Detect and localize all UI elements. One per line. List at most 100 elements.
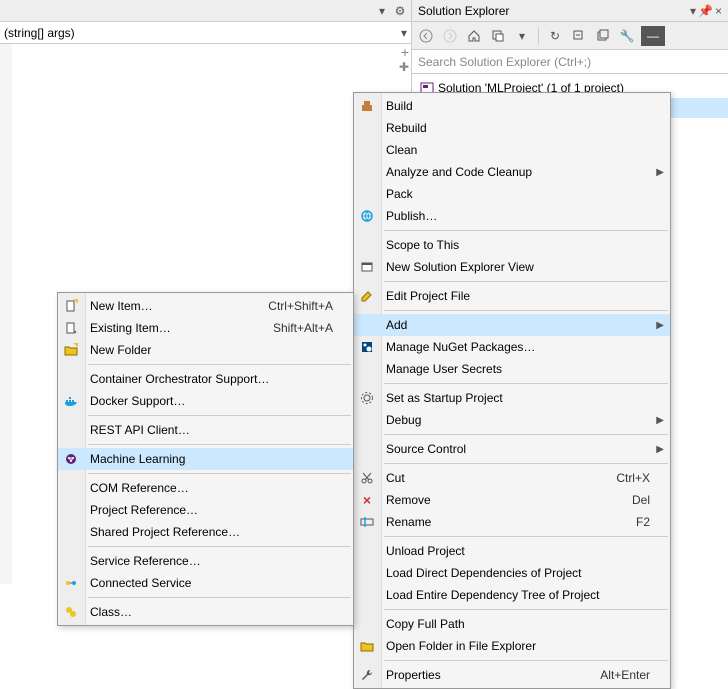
folder-icon [359,638,375,654]
newwin-icon [359,259,375,275]
menu-item-label: Container Orchestrator Support… [90,372,269,386]
project-menu-item-open-folder-in-file-explorer[interactable]: Open Folder in File Explorer [354,635,670,657]
show-all-files-icon[interactable] [593,26,613,46]
add-menu-item-machine-learning[interactable]: Machine Learning [58,448,353,470]
project-menu-item-unload-project[interactable]: Unload Project [354,540,670,562]
project-menu-item-source-control[interactable]: Source Control ▶ [354,438,670,460]
pin-icon[interactable]: 📌 [698,4,713,18]
menu-separator [384,383,668,384]
project-menu-item-manage-nuget-packages[interactable]: Manage NuGet Packages… [354,336,670,358]
svg-text:✦: ✦ [72,299,78,307]
menu-item-label: New Solution Explorer View [386,260,534,274]
project-menu-item-scope-to-this[interactable]: Scope to This [354,234,670,256]
class-icon [63,604,79,620]
menu-item-label: Add [386,318,407,332]
add-menu-item-existing-item[interactable]: Existing Item… Shift+Alt+A [58,317,353,339]
project-menu-item-add[interactable]: Add▶ [354,314,670,336]
project-menu-item-clean[interactable]: Clean [354,139,670,161]
project-menu-item-edit-project-file[interactable]: Edit Project File [354,285,670,307]
menu-item-label: Manage User Secrets [386,362,502,376]
menu-separator [88,415,351,416]
project-menu-item-rebuild[interactable]: Rebuild [354,117,670,139]
breadcrumb-dropdown-icon[interactable]: ▾ [401,26,407,40]
add-menu-item-class[interactable]: Class… [58,601,353,623]
menu-shortcut: Del [602,493,650,507]
project-menu-item-build[interactable]: Build [354,95,670,117]
menu-separator [88,444,351,445]
home-icon[interactable] [464,26,484,46]
project-menu-item-rename[interactable]: RenameF2 [354,511,670,533]
properties-icon[interactable]: 🔧 [617,26,637,46]
menu-item-label: Pack [386,187,413,201]
back-icon[interactable] [416,26,436,46]
forward-icon[interactable] [440,26,460,46]
project-menu-item-set-as-startup-project[interactable]: Set as Startup Project [354,387,670,409]
add-menu-item-shared-project-reference[interactable]: Shared Project Reference… [58,521,353,543]
docker-icon [63,393,79,409]
dropdown-icon[interactable]: ▾ [512,26,532,46]
project-menu-item-load-entire-dependency-tree-of-project[interactable]: Load Entire Dependency Tree of Project [354,584,670,606]
menu-separator [384,310,668,311]
solution-explorer-search[interactable]: Search Solution Explorer (Ctrl+;) [412,50,728,74]
publish-icon [359,208,375,224]
project-menu-item-load-direct-dependencies-of-project[interactable]: Load Direct Dependencies of Project [354,562,670,584]
menu-separator [88,364,351,365]
solution-explorer-titlebar: Solution Explorer ▾ 📌 × [412,0,728,22]
editor-top-toolbar: ▾ ⚙ [0,0,411,22]
dropdown-arrow-icon[interactable]: ▾ [375,4,389,18]
menu-item-label: New Folder [90,343,151,357]
editor-split-icon[interactable]: ✚ [399,60,409,74]
gear-icon [359,390,375,406]
menu-item-label: Edit Project File [386,289,470,303]
project-menu-item-pack[interactable]: Pack [354,183,670,205]
submenu-arrow-icon: ▶ [656,415,664,426]
add-menu-item-com-reference[interactable]: COM Reference… [58,477,353,499]
add-menu-item-project-reference[interactable]: Project Reference… [58,499,353,521]
menu-item-label: Shared Project Reference… [90,525,240,539]
add-menu-item-new-folder[interactable]: ✦ New Folder [58,339,353,361]
add-menu-item-rest-api-client[interactable]: REST API Client… [58,419,353,441]
project-menu-item-properties[interactable]: PropertiesAlt+Enter [354,664,670,686]
menu-item-label: Load Entire Dependency Tree of Project [386,588,599,602]
project-menu-item-publish[interactable]: Publish… [354,205,670,227]
submenu-arrow-icon: ▶ [656,444,664,455]
refresh-icon[interactable]: ↻ [545,26,565,46]
project-menu-item-analyze-and-code-cleanup[interactable]: Analyze and Code Cleanup▶ [354,161,670,183]
menu-shortcut: Alt+Enter [570,668,650,682]
project-menu-item-manage-user-secrets[interactable]: Manage User Secrets [354,358,670,380]
project-menu-item-debug[interactable]: Debug ▶ [354,409,670,431]
menu-separator [384,463,668,464]
add-menu-item-new-item[interactable]: ✦New Item…Ctrl+Shift+A [58,295,353,317]
menu-separator [384,660,668,661]
gear-icon[interactable]: ⚙ [393,4,407,18]
menu-separator [384,281,668,282]
editor-expand-icon[interactable]: + [401,44,409,60]
menu-item-label: Unload Project [386,544,465,558]
menu-item-label: Existing Item… [90,321,171,335]
project-menu-item-remove[interactable]: ×RemoveDel [354,489,670,511]
menu-separator [88,473,351,474]
window-position-icon[interactable]: ▾ [690,4,696,18]
menu-item-label: Clean [386,143,417,157]
add-menu-item-service-reference[interactable]: Service Reference… [58,550,353,572]
panel-title: Solution Explorer [418,4,509,18]
project-menu-item-new-solution-explorer-view[interactable]: New Solution Explorer View [354,256,670,278]
menu-item-label: Source Control [386,442,466,456]
preview-icon[interactable]: — [641,26,665,46]
menu-item-label: Debug [386,413,421,427]
project-menu-item-cut[interactable]: CutCtrl+X [354,467,670,489]
menu-shortcut: Shift+Alt+A [243,321,333,335]
editproj-icon [359,288,375,304]
switch-views-icon[interactable] [488,26,508,46]
svg-text:✦: ✦ [72,343,78,351]
collapse-all-icon[interactable] [569,26,589,46]
menu-shortcut: F2 [606,515,650,529]
menu-separator [88,597,351,598]
close-icon[interactable]: × [715,4,722,18]
menu-item-label: Docker Support… [90,394,185,408]
menu-item-label: Load Direct Dependencies of Project [386,566,581,580]
menu-separator [384,230,668,231]
add-menu-item-docker-support[interactable]: Docker Support… [58,390,353,412]
add-menu-item-connected-service[interactable]: Connected Service [58,572,353,594]
add-menu-item-container-orchestrator-support[interactable]: Container Orchestrator Support… [58,368,353,390]
